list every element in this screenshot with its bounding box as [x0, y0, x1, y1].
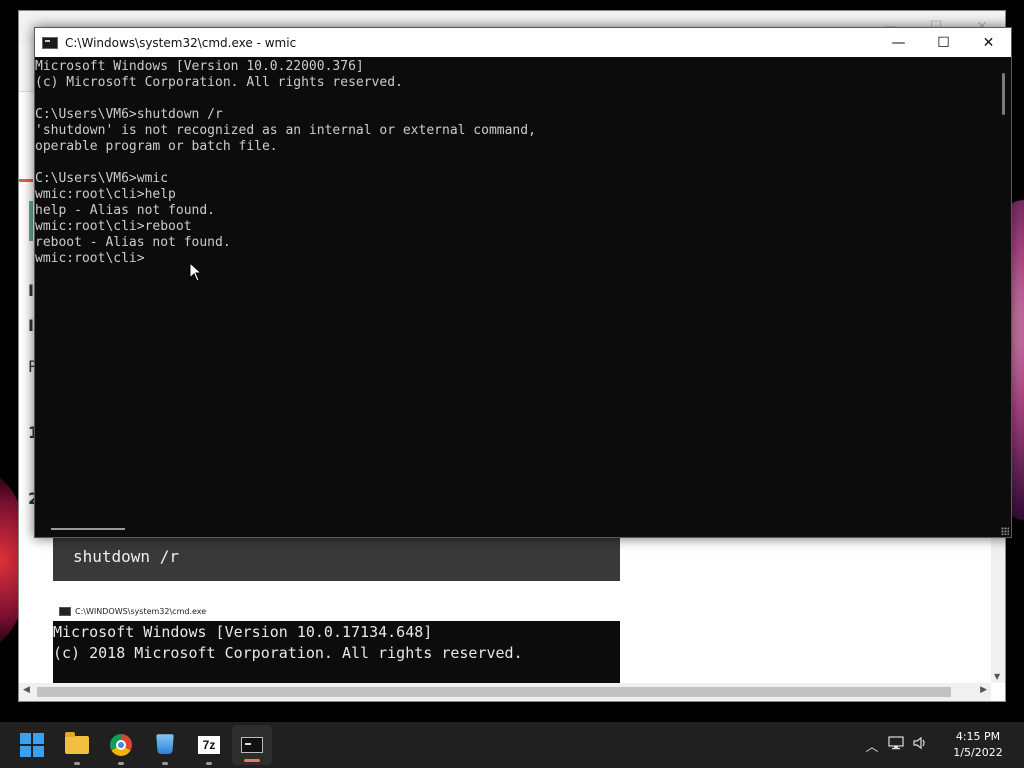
cmd-screenshot-body: Microsoft Windows [Version 10.0.17134.64…	[53, 621, 620, 664]
running-indicator	[74, 762, 80, 765]
cmd-vertical-scrollbar[interactable]	[997, 57, 1011, 521]
cmd-screenshot-line: Microsoft Windows [Version 10.0.17134.64…	[53, 623, 433, 641]
cmd-screenshot-image: C:\WINDOWS\system32\cmd.exe Microsoft Wi…	[53, 601, 620, 687]
console-line: operable program or batch file.	[35, 139, 278, 154]
close-button[interactable]: ✕	[966, 28, 1011, 57]
taskbar-terminal[interactable]	[232, 725, 272, 765]
resize-grip-icon[interactable]	[1001, 527, 1009, 535]
taskbar-chrome[interactable]	[101, 722, 141, 768]
running-indicator	[162, 762, 168, 765]
clock-date: 1/5/2022	[953, 746, 1003, 759]
code-snippet-text: shutdown /r	[73, 547, 179, 566]
cmd-window[interactable]: C:\Windows\system32\cmd.exe - wmic — ☐ ✕…	[34, 27, 1012, 538]
cmd-titlebar[interactable]: C:\Windows\system32\cmd.exe - wmic — ☐ ✕	[35, 28, 1011, 57]
clock[interactable]: 4:15 PM 1/5/2022	[936, 729, 1020, 761]
console-line: (c) Microsoft Corporation. All rights re…	[35, 75, 403, 90]
chevron-up-icon[interactable]: ︿	[860, 736, 884, 755]
scroll-right-arrow-icon[interactable]: ▶	[980, 685, 987, 695]
7z-icon: 7z	[198, 736, 220, 754]
active-indicator	[244, 759, 260, 762]
cmd-screenshot-line: (c) 2018 Microsoft Corporation. All righ…	[53, 644, 523, 662]
console-line: wmic:root\cli>help	[35, 187, 176, 202]
network-icon[interactable]	[884, 736, 908, 754]
taskbar-file-explorer[interactable]	[57, 722, 97, 768]
code-snippet-box: shutdown /r	[53, 537, 620, 581]
horizontal-scroll-thumb[interactable]	[37, 687, 951, 697]
folder-icon	[65, 732, 89, 754]
console-line: ​	[35, 155, 997, 171]
maximize-button[interactable]: ☐	[921, 28, 966, 57]
cmd-horizontal-scrollbar[interactable]	[35, 521, 1011, 537]
cmd-horizontal-scroll-thumb[interactable]	[51, 528, 125, 530]
console-line: 'shutdown' is not recognized as an inter…	[35, 123, 536, 138]
taskbar-7zip[interactable]: 7z	[189, 722, 229, 768]
console-line: help - Alias not found.	[35, 203, 216, 218]
running-indicator	[118, 762, 124, 765]
console-line: C:\Users\VM6>wmic	[35, 171, 169, 186]
console-prompt-line[interactable]: wmic:root\cli>	[35, 251, 997, 267]
terminal-icon	[241, 737, 263, 753]
console-output[interactable]: Microsoft Windows [Version 10.0.22000.37…	[35, 57, 997, 521]
cmd-window-title: C:\Windows\system32\cmd.exe - wmic	[65, 35, 297, 50]
system-tray: ︿ 4:15 PM 1/5/2022	[860, 722, 1024, 768]
page-accent-bar	[19, 179, 33, 182]
volume-icon[interactable]	[908, 736, 932, 754]
console-line: C:\Users\VM6>shutdown /r	[35, 107, 223, 122]
page-green-bar	[29, 201, 33, 241]
bucket-icon	[156, 734, 174, 755]
browser-horizontal-scrollbar[interactable]: ◀ ▶	[19, 683, 991, 701]
scroll-left-arrow-icon[interactable]: ◀	[23, 685, 30, 695]
clock-time: 4:15 PM	[955, 730, 1001, 743]
scroll-down-arrow-icon[interactable]: ▼	[994, 672, 1000, 681]
cmd-screenshot-title: C:\WINDOWS\system32\cmd.exe	[75, 606, 207, 616]
mouse-pointer-icon	[189, 262, 203, 282]
console-line: wmic:root\cli>reboot	[35, 219, 192, 234]
cmd-app-icon[interactable]	[42, 36, 58, 49]
console-line: Microsoft Windows [Version 10.0.22000.37…	[35, 59, 364, 74]
minimize-button[interactable]: —	[876, 28, 921, 57]
windows-icon	[20, 733, 44, 757]
cmd-screenshot-icon	[59, 606, 71, 616]
running-indicator	[206, 762, 212, 765]
chrome-icon	[110, 734, 132, 756]
start-button[interactable]	[12, 722, 52, 768]
console-line: reboot - Alias not found.	[35, 235, 231, 250]
cmd-screenshot-titlebar: C:\WINDOWS\system32\cmd.exe	[53, 601, 620, 621]
taskbar: 7z ︿ 4:15 PM 1/5/2022	[0, 722, 1024, 768]
cmd-vertical-scroll-thumb[interactable]	[1002, 73, 1005, 115]
cmd-window-controls: — ☐ ✕	[876, 28, 1011, 57]
taskbar-bucket-app[interactable]	[145, 722, 185, 768]
console-line: ​	[35, 91, 997, 107]
